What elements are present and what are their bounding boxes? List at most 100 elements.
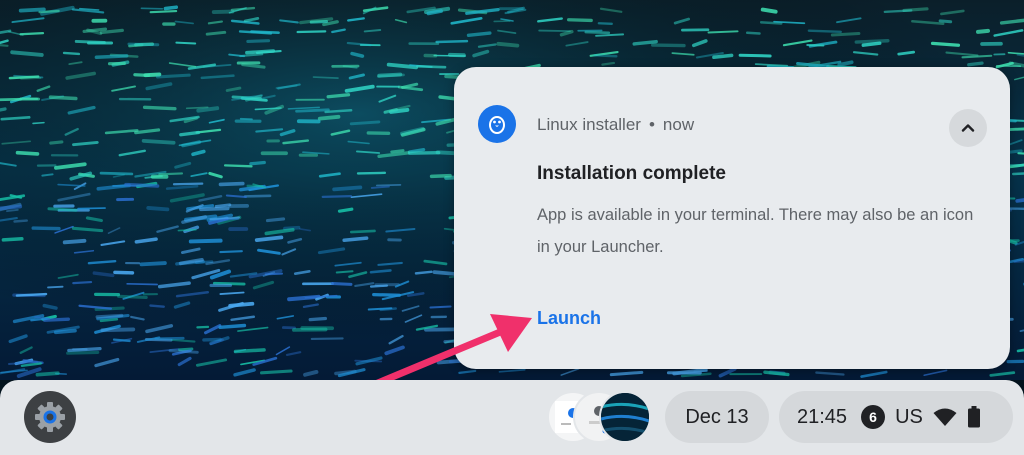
status-area-button[interactable]: 21:45 6 US <box>779 391 1013 443</box>
shelf: Dec 13 21:45 6 US <box>0 380 1024 455</box>
wallpaper-streak <box>74 39 106 44</box>
wallpaper-streak <box>377 72 403 78</box>
wallpaper-streak <box>837 60 854 67</box>
date-button[interactable]: Dec 13 <box>665 391 769 443</box>
wallpaper-streak <box>416 64 447 69</box>
wallpaper-streak <box>342 236 369 242</box>
input-method-label: US <box>895 405 923 428</box>
wallpaper-streak <box>414 270 433 275</box>
wallpaper-streak <box>142 105 177 111</box>
wallpaper-streak <box>92 271 115 278</box>
wallpaper-streak <box>260 369 293 375</box>
wallpaper-streak <box>127 42 160 47</box>
wallpaper-streak <box>567 18 593 23</box>
wallpaper-streak <box>632 39 658 46</box>
wallpaper-streak <box>861 41 882 47</box>
wallpaper-streak <box>249 160 266 166</box>
wallpaper-streak <box>330 281 353 286</box>
wallpaper-streak <box>10 50 44 57</box>
wallpaper-streak <box>15 292 48 297</box>
wallpaper-streak <box>124 182 160 188</box>
wallpaper-streak <box>218 181 245 187</box>
wallpaper-streak <box>141 138 176 145</box>
wallpaper-streak <box>31 226 61 231</box>
wallpaper-streak <box>99 171 134 176</box>
launcher-button[interactable] <box>24 391 76 443</box>
wallpaper-streak <box>310 337 344 341</box>
wallpaper-streak <box>117 294 148 300</box>
wallpaper-streak <box>126 283 158 286</box>
wallpaper-streak <box>47 207 78 212</box>
notification-body: App is available in your terminal. There… <box>537 206 974 256</box>
wallpaper-streak <box>308 316 328 322</box>
launch-button[interactable]: Launch <box>537 308 601 329</box>
wallpaper-streak <box>967 61 984 67</box>
wallpaper-streak <box>326 93 351 99</box>
wallpaper-streak <box>0 44 9 47</box>
wallpaper-streak <box>1011 172 1024 176</box>
wallpaper-streak <box>214 203 232 209</box>
wallpaper-streak <box>112 338 131 343</box>
wallpaper-streak <box>100 327 136 333</box>
wallpaper-streak <box>47 285 64 289</box>
notification-title: Installation complete <box>537 163 726 184</box>
wallpaper-streak <box>149 10 178 14</box>
wallpaper-streak <box>930 41 961 47</box>
wallpaper-streak <box>99 28 124 35</box>
wallpaper-streak <box>243 194 272 198</box>
wallpaper-streak <box>303 369 319 377</box>
wallpaper-streak <box>95 313 124 319</box>
wallpaper-streak <box>245 49 276 55</box>
wallpaper-streak <box>375 184 402 187</box>
wallpaper-streak <box>1 237 24 242</box>
wallpaper-streak <box>19 32 45 36</box>
wallpaper-streak <box>188 238 223 244</box>
wallpaper-streak <box>321 195 353 199</box>
wallpaper-streak <box>62 51 81 56</box>
wallpaper-streak <box>175 41 197 45</box>
wallpaper-streak <box>223 164 253 168</box>
wallpaper-streak <box>13 219 28 223</box>
wallpaper-streak <box>205 30 227 36</box>
wallpaper-streak <box>32 121 45 125</box>
chevron-up-icon <box>961 124 975 132</box>
wallpaper-streak <box>335 270 354 274</box>
collapse-button[interactable] <box>949 109 987 147</box>
wallpaper-streak <box>369 269 392 274</box>
wallpaper-streak <box>429 173 452 179</box>
open-windows <box>547 391 651 443</box>
wallpaper-streak <box>897 50 916 56</box>
wallpaper-streak <box>0 204 23 211</box>
wallpaper-streak <box>738 53 772 58</box>
wallpaper-streak <box>155 73 191 79</box>
wallpaper-streak <box>883 9 913 13</box>
wallpaper-streak <box>597 22 613 25</box>
wallpaper-streak <box>763 370 790 377</box>
wallpaper-streak <box>938 19 953 24</box>
notification-header: Linux installer • now <box>537 115 694 135</box>
wallpaper-streak <box>49 140 64 145</box>
wifi-icon <box>933 407 957 427</box>
wallpaper-streak <box>168 349 199 354</box>
wallpaper-streak <box>146 206 170 212</box>
wallpaper-streak <box>72 281 93 285</box>
app-name: Linux installer <box>537 115 641 134</box>
wallpaper-streak <box>219 250 243 254</box>
wallpaper-streak <box>139 261 167 267</box>
battery-icon <box>967 406 981 428</box>
wallpaper-streak <box>854 38 890 44</box>
notification-card[interactable]: Linux installer • now Installation complet… <box>454 67 1010 369</box>
wallpaper-streak <box>20 77 42 80</box>
wallpaper-streak <box>233 348 266 354</box>
notification-time: now <box>662 115 695 134</box>
wallpaper-streak <box>976 28 991 34</box>
wallpaper-streak <box>99 317 119 323</box>
wallpaper-streak <box>807 29 842 34</box>
wallpaper-streak <box>350 51 365 58</box>
wallpaper-streak <box>712 53 734 60</box>
wallpaper-streak <box>35 371 60 377</box>
wallpaper-streak <box>433 54 466 57</box>
wallpaper-streak <box>317 114 341 121</box>
window-thumbnail[interactable] <box>599 391 651 443</box>
gear-icon <box>35 402 65 432</box>
